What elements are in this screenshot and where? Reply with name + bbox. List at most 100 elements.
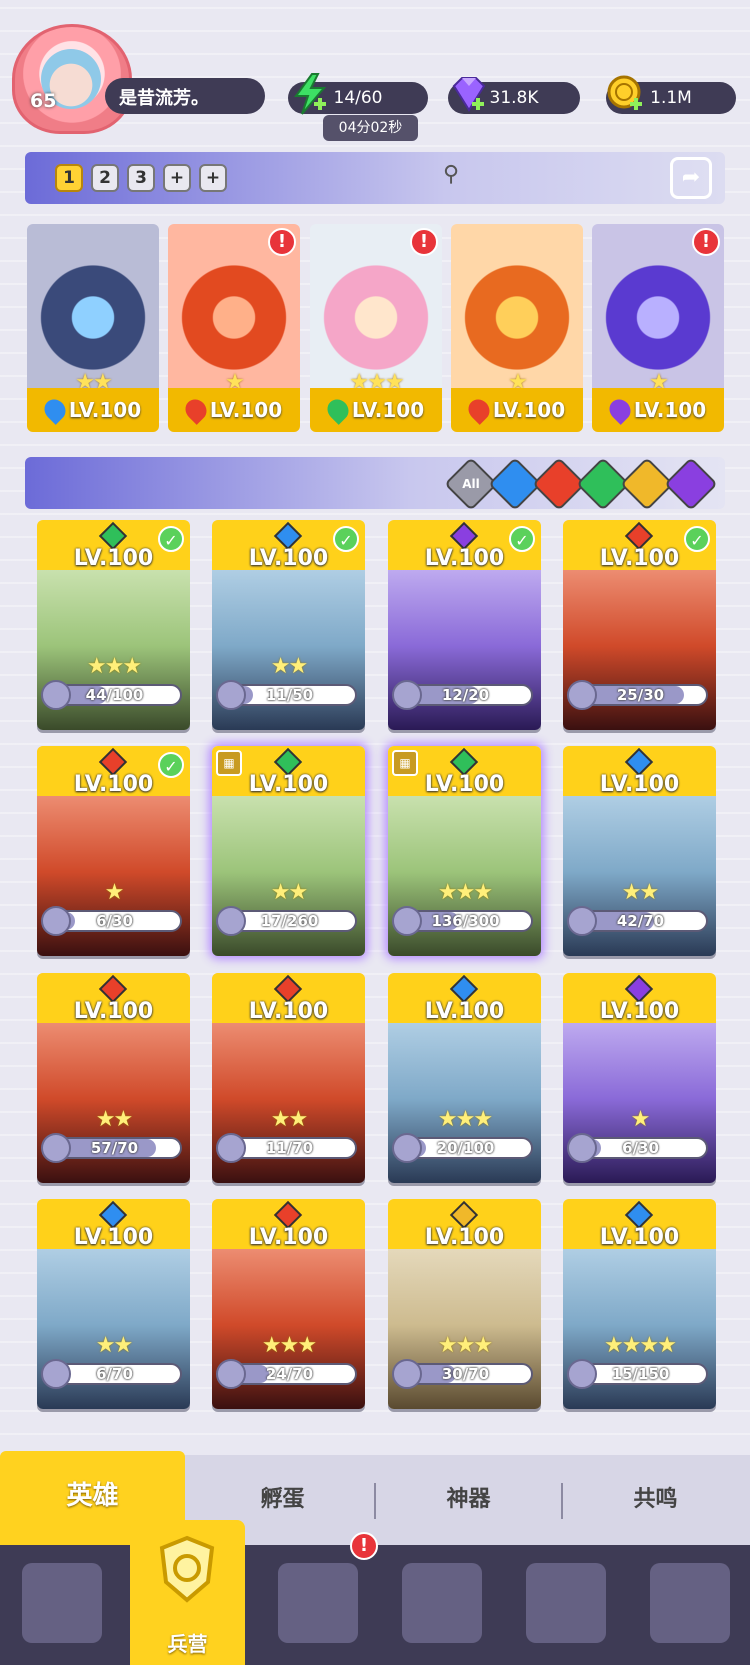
team-tab-2[interactable]: 2 xyxy=(91,164,119,192)
cauldron-icon[interactable] xyxy=(526,1563,606,1643)
hero-card[interactable]: LV.100 ★★★ 20/100 xyxy=(388,973,541,1183)
shard-icon xyxy=(392,906,422,936)
barracks-icon xyxy=(159,1535,215,1603)
hero-card[interactable]: ✓ LV.100 12/20 xyxy=(388,520,541,730)
shard-icon xyxy=(392,1359,422,1389)
hero-card[interactable]: ▦ LV.100 ★★★ 136/300 xyxy=(388,746,541,956)
house-icon[interactable] xyxy=(402,1563,482,1643)
hero-level: LV.100 xyxy=(424,1225,505,1250)
lightning-icon xyxy=(294,73,327,115)
shard-count: 6/30 xyxy=(622,1139,659,1157)
player-level: 65 xyxy=(30,90,57,112)
hero-card[interactable]: LV.100 ★★ 6/70 xyxy=(37,1199,190,1409)
top-status-bar: 65 是昔流芳。 14/60 04分02秒 31.8K 1.1M xyxy=(0,0,750,150)
star-rating: ★★★ xyxy=(437,880,493,905)
shard-icon xyxy=(41,1359,71,1389)
tab-resonance[interactable]: 共鸣 xyxy=(563,1455,748,1545)
alert-icon: ! xyxy=(692,228,720,256)
hero-level: LV.100 xyxy=(73,546,154,571)
team-tab-add-2[interactable]: + xyxy=(199,164,227,192)
hero-portrait xyxy=(451,224,583,394)
shard-count: 24/70 xyxy=(265,1365,314,1383)
team-slot-4[interactable]: ★ LV.100 xyxy=(451,224,583,432)
shard-icon xyxy=(216,1359,246,1389)
shard-icon xyxy=(567,906,597,936)
shard-icon xyxy=(392,1133,422,1163)
shard-count: 42/70 xyxy=(616,912,665,930)
alert-icon: ! xyxy=(410,228,438,256)
star-rating: ★★★ xyxy=(86,654,142,679)
hero-level: LV.100 xyxy=(73,999,154,1024)
coin-icon xyxy=(607,75,642,110)
alert-icon: ! xyxy=(350,1532,378,1560)
slot-level-bar: LV.100 xyxy=(310,388,442,432)
dark-filter-icon[interactable] xyxy=(664,457,718,511)
shard-count: 57/70 xyxy=(90,1139,139,1157)
search-icon[interactable]: ⚲ xyxy=(435,162,467,194)
hero-level: LV.100 xyxy=(599,1225,680,1250)
energy-timer: 04分02秒 xyxy=(323,115,418,141)
hero-card[interactable]: LV.100 ★★★★ 15/150 xyxy=(563,1199,716,1409)
slot-level-text: LV.100 xyxy=(68,398,142,422)
hero-card[interactable]: LV.100 ★★ 57/70 xyxy=(37,973,190,1183)
tab-artifacts[interactable]: 神器 xyxy=(376,1455,561,1545)
hero-level: LV.100 xyxy=(424,772,505,797)
star-rating: ★★ xyxy=(270,654,308,679)
slot-level-text: LV.100 xyxy=(492,398,566,422)
share-icon[interactable]: ➦ xyxy=(670,157,712,199)
slot-level-bar: LV.100 xyxy=(27,388,159,432)
hero-card[interactable]: ✓ LV.100 25/30 xyxy=(563,520,716,730)
shard-count: 12/20 xyxy=(441,686,490,704)
shard-count: 6/30 xyxy=(96,912,133,930)
shard-count: 25/30 xyxy=(616,686,665,704)
hero-card[interactable]: ✓ LV.100 ★ 6/30 xyxy=(37,746,190,956)
star-rating: ★ xyxy=(104,880,125,905)
team-tab-1[interactable]: 1 xyxy=(55,164,83,192)
hero-level: LV.100 xyxy=(248,772,329,797)
hero-level: LV.100 xyxy=(248,999,329,1024)
hero-card[interactable]: ▦ LV.100 ★★ 17/260 xyxy=(212,746,365,956)
slot-level-text: LV.100 xyxy=(351,398,425,422)
star-rating: ★ xyxy=(630,1107,651,1132)
hero-level: LV.100 xyxy=(599,546,680,571)
hero-portrait xyxy=(27,224,159,394)
hero-level: LV.100 xyxy=(248,1225,329,1250)
hero-card[interactable]: LV.100 ★★★ 30/70 xyxy=(388,1199,541,1409)
hero-level: LV.100 xyxy=(73,1225,154,1250)
shard-count: 20/100 xyxy=(436,1139,495,1157)
banner-icon[interactable] xyxy=(650,1563,730,1643)
team-tab-add-1[interactable]: + xyxy=(163,164,191,192)
cards-icon[interactable] xyxy=(22,1563,102,1643)
nav-barracks-button[interactable]: 兵营 xyxy=(130,1520,245,1665)
hero-card[interactable]: LV.100 ★★ 42/70 xyxy=(563,746,716,956)
wind-element-icon xyxy=(323,395,353,425)
team-slot-1[interactable]: ★★ LV.100 xyxy=(27,224,159,432)
hero-card[interactable]: LV.100 ★★ 11/70 xyxy=(212,973,365,1183)
team-slot-3[interactable]: ★★★ LV.100 ! xyxy=(310,224,442,432)
star-rating: ★★★ xyxy=(437,1107,493,1132)
hero-card[interactable]: LV.100 ★★★ 24/70 xyxy=(212,1199,365,1409)
dark-element-icon xyxy=(605,395,635,425)
shard-icon xyxy=(216,1133,246,1163)
player-name: 是昔流芳。 xyxy=(105,78,265,114)
shard-count: 11/70 xyxy=(265,1139,314,1157)
shard-count: 15/150 xyxy=(611,1365,670,1383)
hero-card[interactable]: ✓ LV.100 ★★ 11/50 xyxy=(212,520,365,730)
star-rating: ★★ xyxy=(621,880,659,905)
team-slot-5[interactable]: ★ LV.100 ! xyxy=(592,224,724,432)
nav-barracks-label: 兵营 xyxy=(167,1632,208,1656)
team-tab-3[interactable]: 3 xyxy=(127,164,155,192)
star-rating: ★★ xyxy=(95,1107,133,1132)
star-rating: ★★ xyxy=(95,1333,133,1358)
shard-count: 11/50 xyxy=(265,686,314,704)
shard-icon xyxy=(41,1133,71,1163)
hero-card[interactable]: ✓ LV.100 ★★★ 44/100 xyxy=(37,520,190,730)
shard-icon xyxy=(392,680,422,710)
gem-icon xyxy=(452,77,486,112)
team-selector-bar: 1 2 3 + + ⚲ ➦ xyxy=(25,152,725,204)
team-slot-2[interactable]: ★ LV.100 ! xyxy=(168,224,300,432)
spellbook-icon[interactable] xyxy=(278,1563,358,1643)
hero-card[interactable]: LV.100 ★ 6/30 xyxy=(563,973,716,1183)
hero-level: LV.100 xyxy=(599,999,680,1024)
shard-icon xyxy=(41,906,71,936)
